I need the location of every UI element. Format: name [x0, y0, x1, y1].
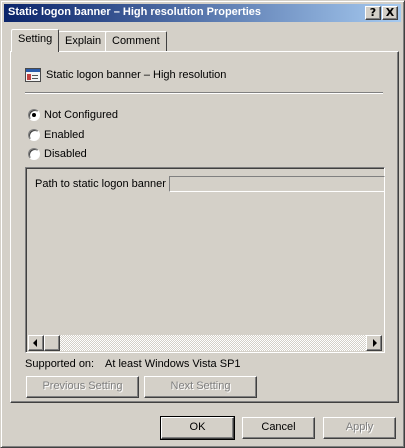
- scroll-right-icon: [373, 339, 377, 347]
- path-label: Path to static logon banner: [35, 178, 166, 190]
- separator: [25, 92, 383, 94]
- path-input[interactable]: [169, 176, 385, 192]
- radio-not-configured[interactable]: [28, 109, 40, 121]
- scroll-left-icon: [33, 339, 37, 347]
- scroll-right-button[interactable]: [366, 335, 382, 351]
- properties-dialog: Static logon banner – High resolution Pr…: [0, 0, 405, 448]
- radio-enabled[interactable]: [28, 129, 40, 141]
- radio-not-configured-label[interactable]: Not Configured: [44, 109, 118, 121]
- radio-disabled-label[interactable]: Disabled: [44, 148, 87, 160]
- policy-setting-icon: [25, 68, 41, 82]
- supported-on-value: At least Windows Vista SP1: [105, 358, 241, 370]
- tab-setting-label: Setting: [18, 33, 53, 45]
- window-title: Static logon banner – High resolution Pr…: [8, 6, 262, 18]
- setting-panel: Static logon banner – High resolution No…: [10, 51, 399, 403]
- radio-enabled-label[interactable]: Enabled: [44, 129, 84, 141]
- scroll-thumb[interactable]: [44, 335, 60, 351]
- next-setting-button[interactable]: Next Setting: [144, 376, 257, 398]
- tab-explain[interactable]: Explain: [58, 31, 109, 51]
- scroll-left-button[interactable]: [28, 335, 44, 351]
- policy-name: Static logon banner – High resolution: [46, 69, 227, 81]
- title-bar[interactable]: Static logon banner – High resolution Pr…: [4, 4, 401, 22]
- help-button[interactable]: ?: [365, 6, 381, 20]
- close-button[interactable]: X: [382, 6, 398, 20]
- tab-explain-label: Explain: [65, 35, 102, 47]
- scroll-track[interactable]: [60, 335, 366, 351]
- options-box: Path to static logon banner: [25, 167, 385, 353]
- cancel-button[interactable]: Cancel: [242, 417, 315, 439]
- tab-comment-label: Comment: [112, 35, 160, 47]
- previous-setting-button[interactable]: Previous Setting: [26, 376, 139, 398]
- radio-disabled[interactable]: [28, 148, 40, 160]
- ok-button[interactable]: OK: [160, 416, 235, 440]
- tab-comment[interactable]: Comment: [105, 31, 167, 51]
- tab-setting[interactable]: Setting: [11, 29, 60, 52]
- apply-button[interactable]: Apply: [323, 417, 396, 439]
- supported-on-label: Supported on:: [25, 358, 95, 370]
